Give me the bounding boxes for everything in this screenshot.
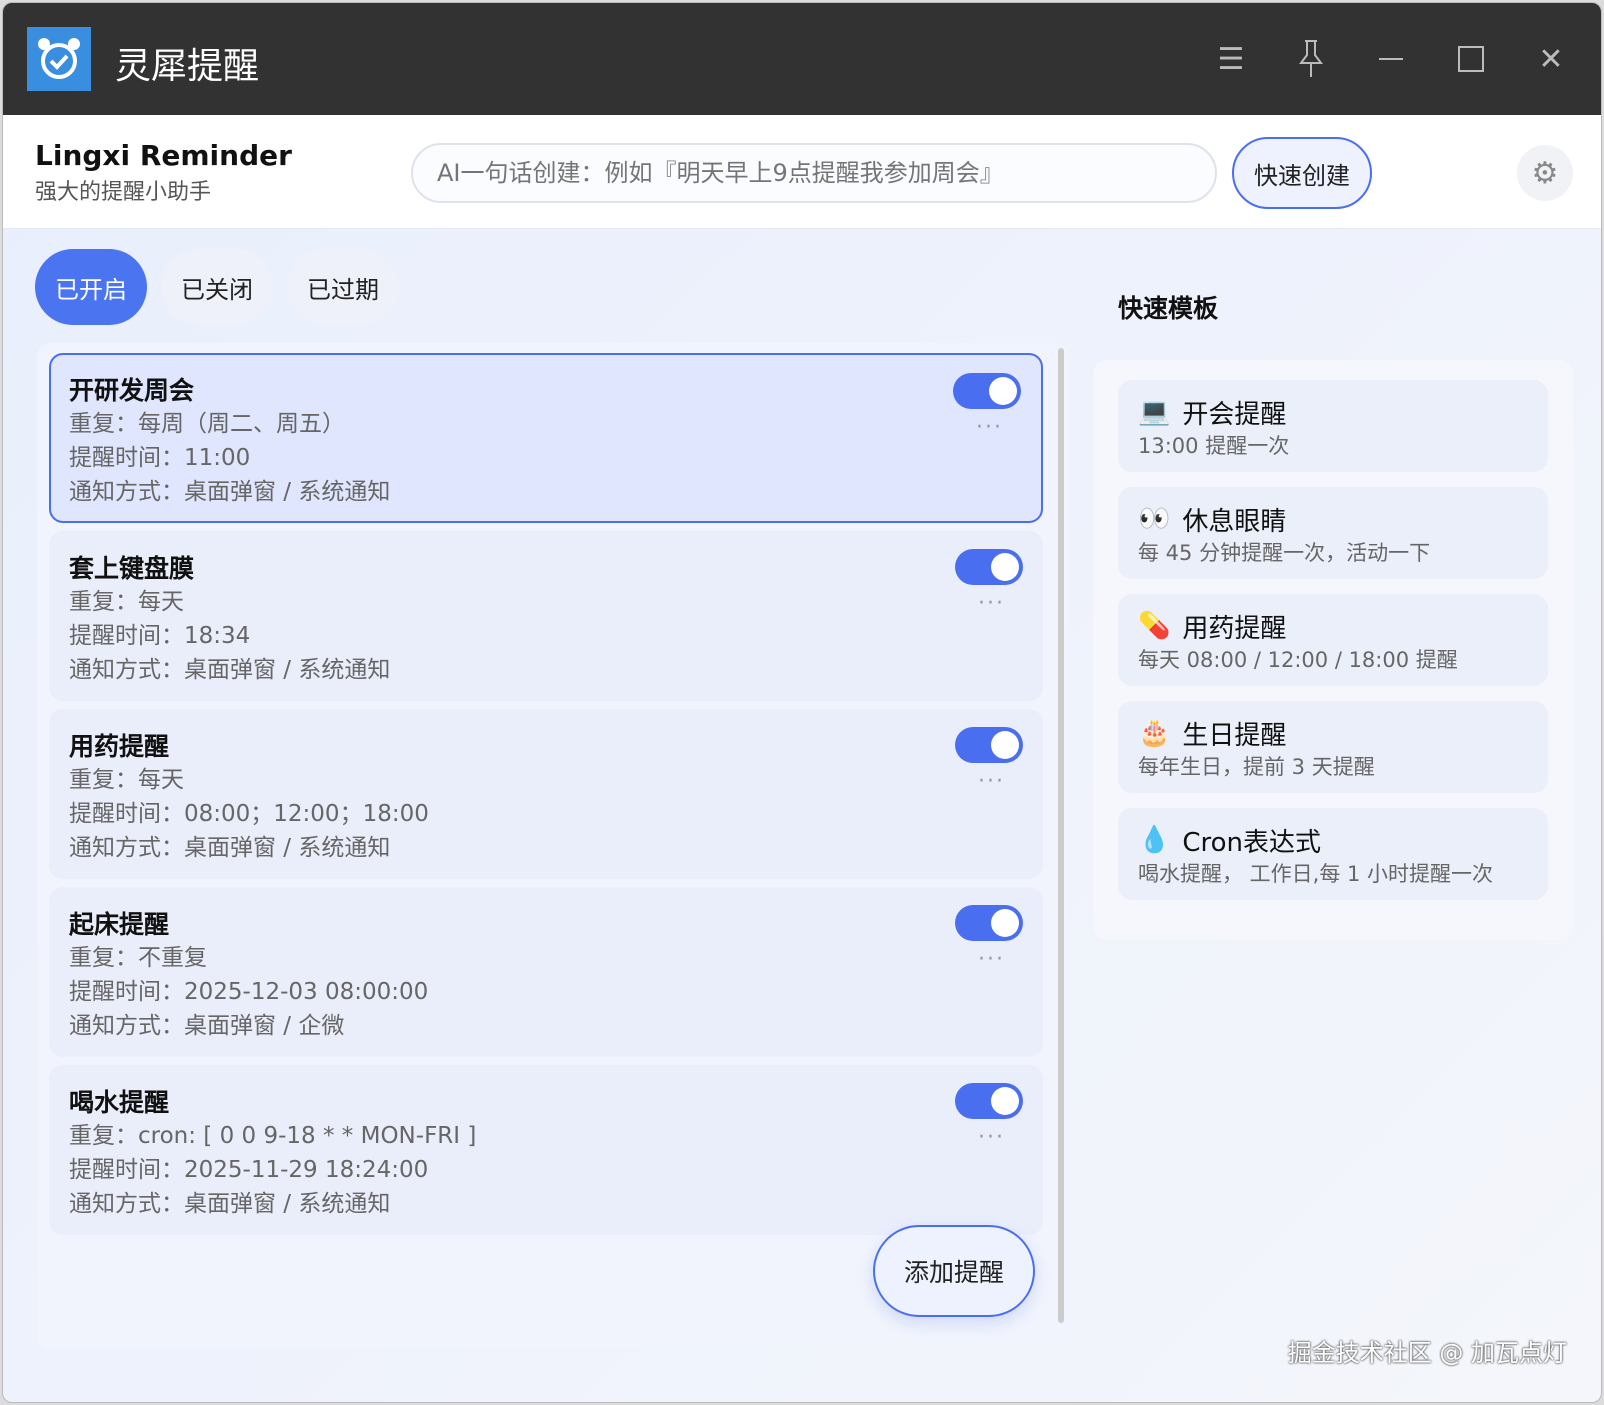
reminder-repeat: 重复：cron: [ 0 0 9-18 * * MON-FRI ] [69, 1123, 477, 1149]
brand-name: Lingxi Reminder [35, 139, 292, 172]
template-name: Cron表达式 [1182, 827, 1322, 858]
maximize-icon[interactable] [1451, 39, 1491, 79]
reminder-card[interactable]: 开研发周会 重复：每周（周二、周五） 提醒时间：11:00 通知方式：桌面弹窗 … [49, 353, 1043, 523]
reminder-time: 提醒时间：11:00 [69, 445, 251, 471]
quick-create-button[interactable]: 快速创建 [1232, 137, 1372, 209]
template-desc: 每 45 分钟提醒一次，活动一下 [1138, 541, 1431, 565]
reminder-card[interactable]: 套上键盘膜 重复：每天 提醒时间：18:34 通知方式：桌面弹窗 / 系统通知 … [49, 531, 1043, 701]
tab-expired[interactable]: 已过期 [287, 249, 399, 325]
reminder-repeat: 重复：不重复 [69, 945, 207, 971]
template-desc: 每天 08:00 / 12:00 / 18:00 提醒 [1138, 648, 1458, 672]
template-item[interactable]: 💧 Cron表达式 喝水提醒， 工作日,每 1 小时提醒一次 [1118, 808, 1548, 900]
template-desc: 每年生日，提前 3 天提醒 [1138, 755, 1375, 779]
enable-toggle[interactable] [955, 727, 1023, 763]
reminder-time: 提醒时间：2025-11-29 18:24:00 [69, 1157, 429, 1183]
reminder-notify: 通知方式：桌面弹窗 / 企微 [69, 1013, 345, 1039]
app-header: Lingxi Reminder 强大的提醒小助手 快速创建 ⚙ [3, 115, 1601, 229]
enable-toggle[interactable] [955, 905, 1023, 941]
more-options-icon[interactable]: ··· [976, 415, 1003, 440]
reminder-title: 开研发周会 [69, 376, 195, 405]
list-scrollbar[interactable] [1058, 348, 1064, 1323]
templates-panel: 💻 开会提醒 13:00 提醒一次 👀 休息眼睛 每 45 分钟提醒一次，活动一下 💊 用… [1093, 360, 1573, 940]
brand-subtitle: 强大的提醒小助手 [35, 180, 212, 205]
reminder-notify: 通知方式：桌面弹窗 / 系统通知 [69, 479, 391, 505]
template-name: 开会提醒 [1182, 399, 1287, 430]
app-title: 灵犀提醒 [115, 46, 260, 87]
menu-icon[interactable]: ☰ [1211, 39, 1251, 79]
reminder-title: 用药提醒 [69, 732, 170, 761]
template-emoji-icon: 🎂 [1138, 718, 1171, 748]
watermark: 掘金技术社区 @ 加瓦点灯 [1287, 1339, 1567, 1367]
reminder-list: 开研发周会 重复：每周（周二、周五） 提醒时间：11:00 通知方式：桌面弹窗 … [37, 343, 1069, 1349]
more-options-icon[interactable]: ··· [978, 769, 1005, 794]
template-emoji-icon: 💧 [1138, 825, 1171, 855]
enable-toggle[interactable] [953, 373, 1021, 409]
settings-gear-icon[interactable]: ⚙ [1517, 145, 1573, 201]
template-name: 生日提醒 [1182, 720, 1287, 751]
template-emoji-icon: 💊 [1138, 611, 1171, 641]
enable-toggle[interactable] [955, 549, 1023, 585]
title-bar: 灵犀提醒 ☰ ✕ [3, 3, 1601, 115]
template-emoji-icon: 💻 [1138, 397, 1171, 427]
reminder-card[interactable]: 起床提醒 重复：不重复 提醒时间：2025-12-03 08:00:00 通知方… [49, 887, 1043, 1057]
template-emoji-icon: 👀 [1138, 504, 1171, 534]
template-desc: 喝水提醒， 工作日,每 1 小时提醒一次 [1138, 862, 1494, 886]
reminder-time: 提醒时间：18:34 [69, 623, 251, 649]
alarm-clock-logo-icon [27, 27, 91, 91]
reminder-title: 起床提醒 [69, 910, 170, 939]
reminder-title: 喝水提醒 [69, 1088, 170, 1117]
app-window: 灵犀提醒 ☰ ✕ Lingxi Reminder 强大的提醒小助手 快速创建 ⚙… [2, 2, 1602, 1403]
reminder-card[interactable]: 喝水提醒 重复：cron: [ 0 0 9-18 * * MON-FRI ] 提… [49, 1065, 1043, 1235]
add-reminder-button[interactable]: 添加提醒 [873, 1225, 1035, 1317]
reminder-repeat: 重复：每周（周二、周五） [69, 411, 345, 437]
tab-enabled[interactable]: 已开启 [35, 249, 147, 325]
reminder-time: 提醒时间：08:00；12:00；18:00 [69, 801, 429, 827]
template-name: 休息眼睛 [1182, 506, 1287, 537]
tab-disabled[interactable]: 已关闭 [161, 249, 273, 325]
reminder-card[interactable]: 用药提醒 重复：每天 提醒时间：08:00；12:00；18:00 通知方式：桌… [49, 709, 1043, 879]
template-desc: 13:00 提醒一次 [1138, 434, 1290, 458]
reminder-repeat: 重复：每天 [69, 589, 184, 615]
more-options-icon[interactable]: ··· [978, 591, 1005, 616]
brand: Lingxi Reminder 强大的提醒小助手 [35, 139, 292, 206]
template-name: 用药提醒 [1182, 613, 1287, 644]
enable-toggle[interactable] [955, 1083, 1023, 1119]
template-item[interactable]: 💊 用药提醒 每天 08:00 / 12:00 / 18:00 提醒 [1118, 594, 1548, 686]
reminder-time: 提醒时间：2025-12-03 08:00:00 [69, 979, 429, 1005]
reminder-notify: 通知方式：桌面弹窗 / 系统通知 [69, 1191, 391, 1217]
reminder-notify: 通知方式：桌面弹窗 / 系统通知 [69, 657, 391, 683]
templates-title: 快速模板 [1118, 294, 1219, 323]
reminder-repeat: 重复：每天 [69, 767, 184, 793]
more-options-icon[interactable]: ··· [978, 1125, 1005, 1150]
template-item[interactable]: 👀 休息眼睛 每 45 分钟提醒一次，活动一下 [1118, 487, 1548, 579]
status-tabs: 已开启 已关闭 已过期 [35, 249, 399, 325]
ai-create-input[interactable] [411, 143, 1217, 203]
minimize-icon[interactable] [1371, 39, 1411, 79]
pin-icon[interactable] [1291, 39, 1331, 79]
reminder-title: 套上键盘膜 [69, 554, 195, 583]
more-options-icon[interactable]: ··· [978, 947, 1005, 972]
template-item[interactable]: 💻 开会提醒 13:00 提醒一次 [1118, 380, 1548, 472]
close-icon[interactable]: ✕ [1531, 39, 1571, 79]
template-item[interactable]: 🎂 生日提醒 每年生日，提前 3 天提醒 [1118, 701, 1548, 793]
reminder-notify: 通知方式：桌面弹窗 / 系统通知 [69, 835, 391, 861]
